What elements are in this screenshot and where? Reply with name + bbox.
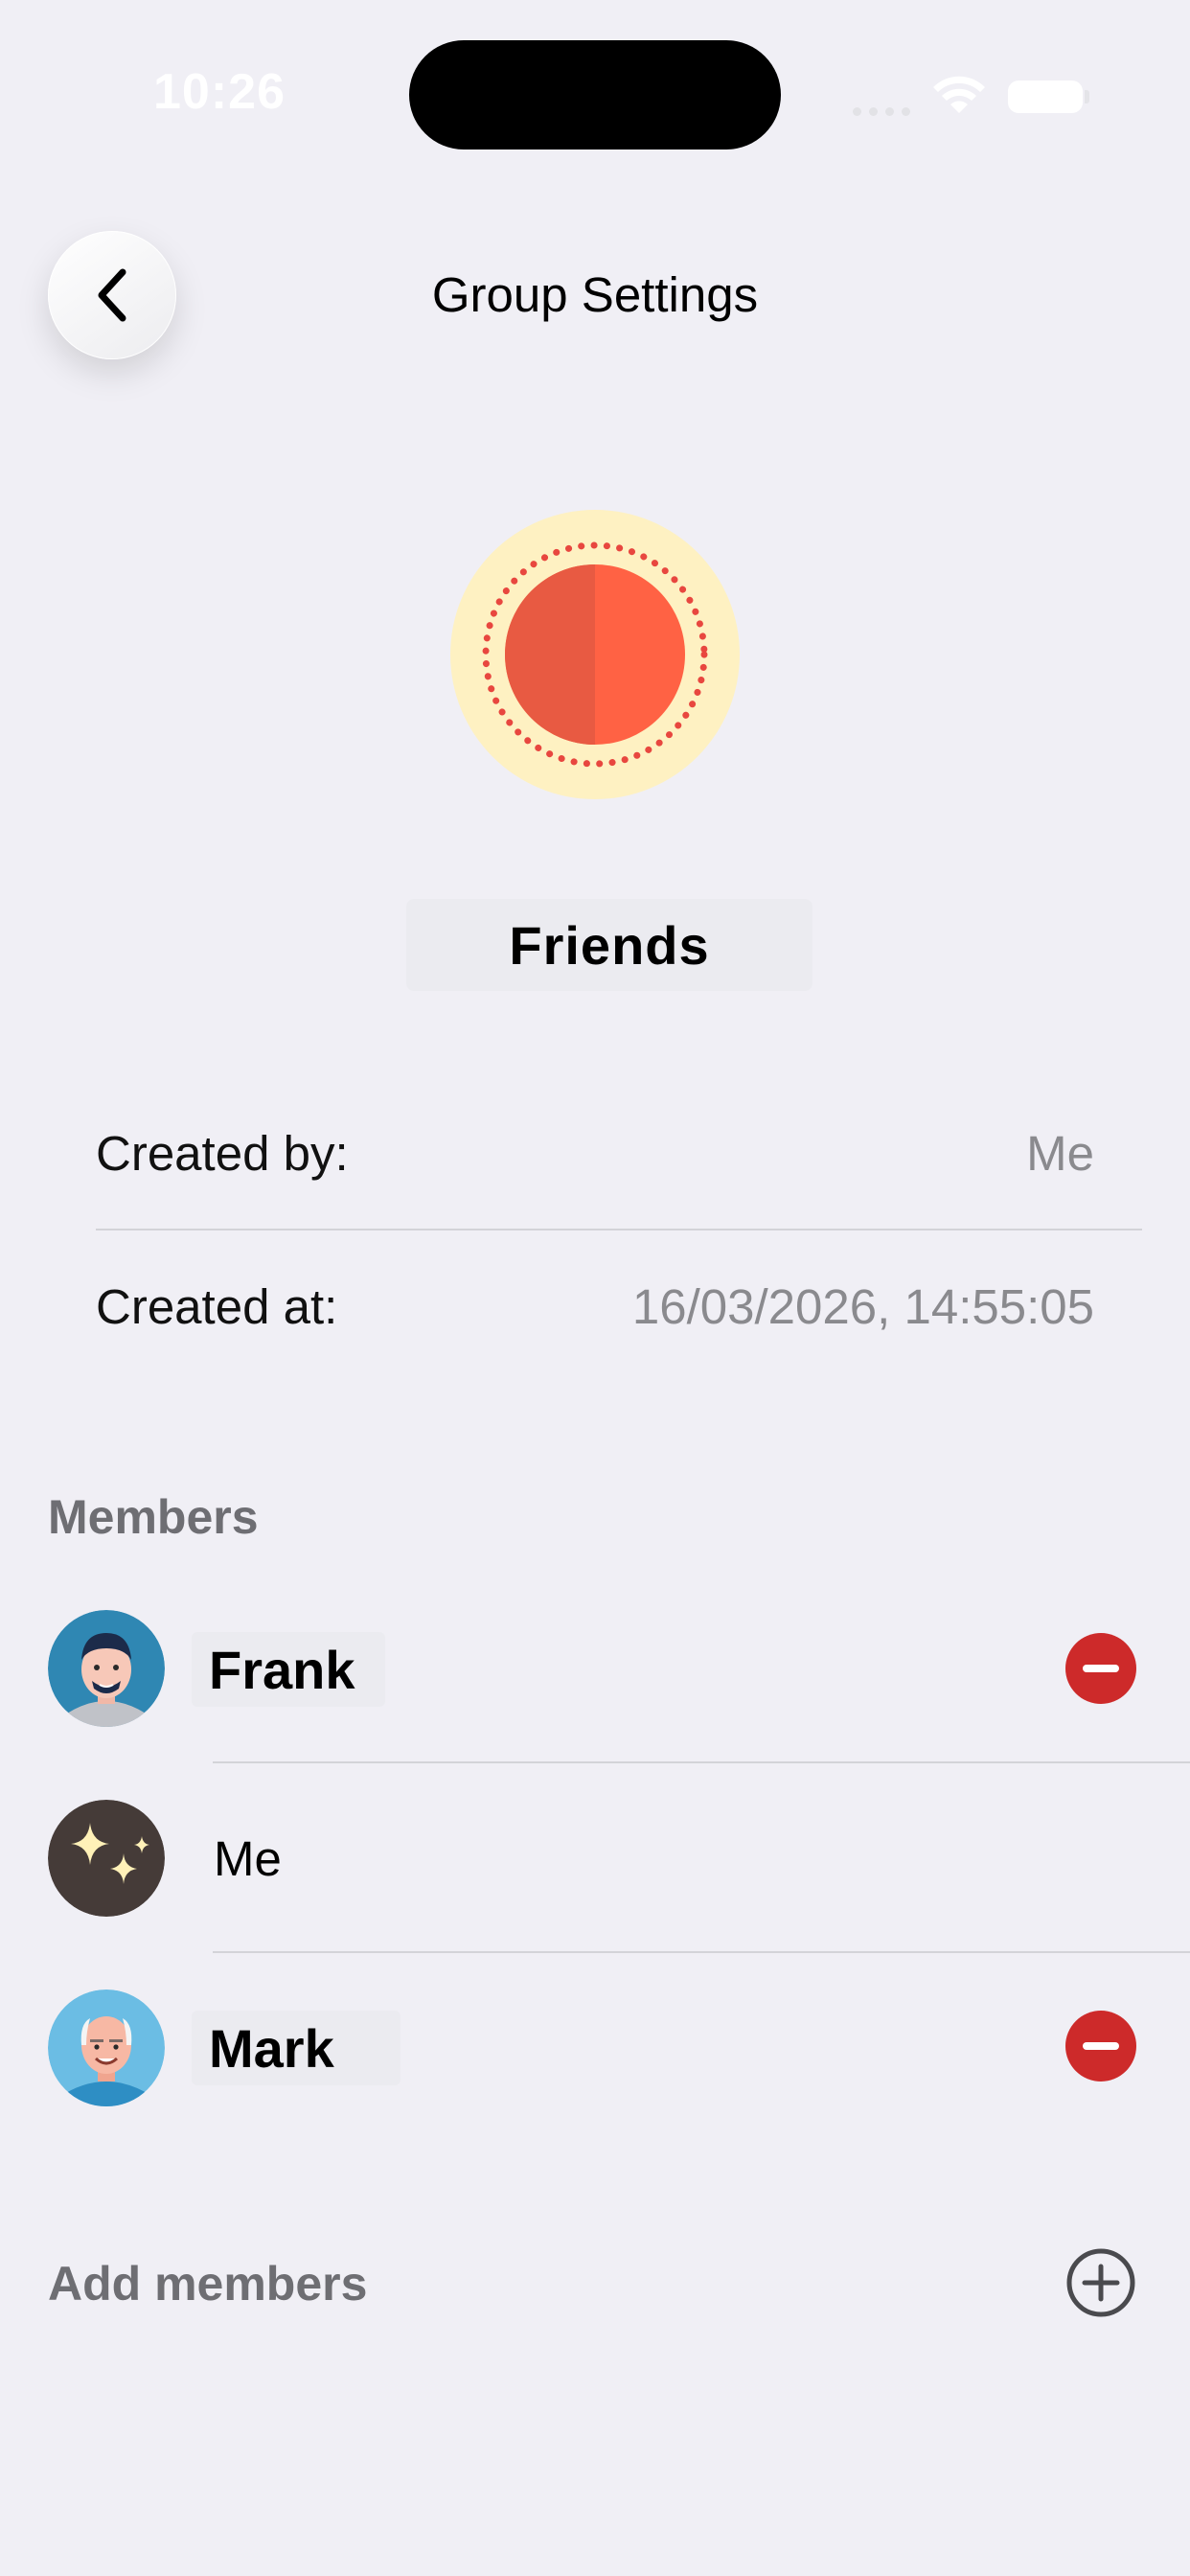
- wifi-icon: [931, 75, 987, 122]
- created-at-label: Created at:: [96, 1279, 338, 1334]
- old-man-avatar-icon: [48, 1990, 165, 2106]
- member-name-frank[interactable]: Frank: [192, 1632, 385, 1707]
- info-divider: [96, 1229, 1142, 1230]
- created-by-value: Me: [1026, 1126, 1094, 1181]
- group-avatar[interactable]: [450, 510, 740, 799]
- group-name: Friends: [509, 914, 710, 976]
- member-name-mark[interactable]: Mark: [192, 2011, 400, 2085]
- remove-member-frank-button[interactable]: [1065, 1633, 1136, 1704]
- created-at-value: 16/03/2026, 14:55:05: [631, 1279, 1094, 1334]
- remove-member-mark-button[interactable]: [1065, 2011, 1136, 2082]
- members-header: Members: [48, 1490, 259, 1544]
- cellular-signal-icon: [853, 104, 918, 121]
- member-name: Mark: [209, 2017, 334, 2079]
- add-members-label: Add members: [48, 2257, 368, 2311]
- battery-tip: [1085, 90, 1089, 104]
- member-divider: [213, 1951, 1190, 1953]
- add-members-button[interactable]: [1065, 2247, 1136, 2318]
- man-avatar-icon: [48, 1610, 165, 1727]
- minus-circle-icon: [1083, 2042, 1119, 2050]
- page-title: Group Settings: [431, 267, 759, 322]
- created-by-label: Created by:: [96, 1126, 349, 1181]
- member-name: Frank: [209, 1639, 355, 1700]
- group-name-field[interactable]: Friends: [406, 899, 812, 991]
- status-time: 10:26: [153, 64, 286, 120]
- sparkles-icon: [48, 1800, 165, 1917]
- plus-circle-icon: [1066, 2248, 1135, 2317]
- member-name-me: Me: [214, 1831, 282, 1886]
- dynamic-island: [409, 40, 781, 150]
- battery-icon: [1008, 80, 1083, 113]
- minus-circle-icon: [1083, 1665, 1119, 1672]
- member-divider: [213, 1761, 1190, 1763]
